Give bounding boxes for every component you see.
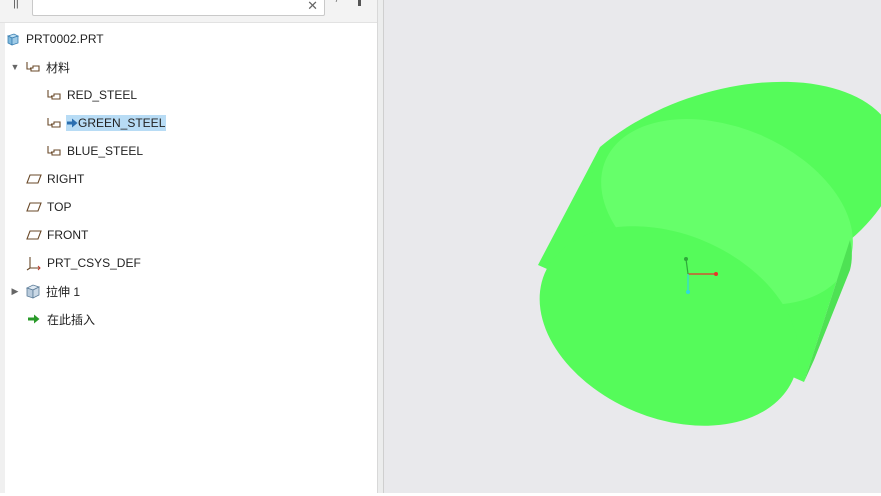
tree-item-label: FRONT — [47, 228, 89, 242]
extrude-feature-icon — [25, 283, 41, 299]
collapse-arrow-icon[interactable]: ▼ — [10, 62, 20, 72]
current-material-arrow-icon — [67, 118, 78, 128]
material-tag-icon — [46, 115, 62, 131]
tree-item-datum-right[interactable]: RIGHT — [26, 169, 85, 189]
tree-item-label: PRT_CSYS_DEF — [47, 256, 141, 270]
expand-arrow-icon[interactable]: ▶ — [10, 286, 20, 296]
material-tag-icon — [46, 87, 62, 103]
model-view — [538, 81, 881, 426]
material-tag-icon — [25, 59, 41, 75]
tree-item-label: 拉伸 1 — [46, 284, 81, 299]
grip-handle-icon[interactable]: || — [13, 0, 19, 9]
tree-item-datum-front[interactable]: FRONT — [26, 225, 89, 245]
coordinate-system-icon — [26, 255, 42, 271]
tree-item-label: 在此插入 — [47, 312, 96, 327]
clear-search-icon[interactable]: ✕ — [307, 0, 318, 14]
datum-plane-icon — [26, 199, 42, 215]
tree-item-extrude[interactable]: ▶ 拉伸 1 — [10, 281, 81, 301]
tree-item-insert-here[interactable]: 在此插入 — [26, 309, 96, 329]
tree-item-material[interactable]: BLUE_STEEL — [46, 141, 144, 161]
datum-plane-icon — [26, 171, 42, 187]
panel-splitter[interactable] — [377, 0, 384, 493]
tree-item-label: GREEN_STEEL — [78, 116, 166, 130]
tree-item-label: 材料 — [46, 60, 71, 75]
tree-item-materials[interactable]: ▼ 材料 — [10, 57, 71, 77]
tree-item-root[interactable]: PRT0002.PRT — [5, 29, 105, 49]
tree-item-csys[interactable]: PRT_CSYS_DEF — [26, 253, 142, 273]
model-tree-search-input[interactable]: ✕ — [32, 0, 325, 16]
tree-item-label: BLUE_STEEL — [67, 144, 144, 158]
tree-settings-icon[interactable]: ⁾ — [335, 0, 338, 8]
insert-arrow-icon — [26, 311, 42, 327]
graphics-viewport[interactable] — [384, 0, 881, 493]
tree-item-label: TOP — [47, 200, 72, 214]
tree-item-label: RIGHT — [47, 172, 85, 186]
panel-gutter — [0, 0, 5, 493]
tree-columns-icon[interactable] — [358, 0, 361, 6]
datum-plane-icon — [26, 227, 42, 243]
tree-item-label: RED_STEEL — [67, 88, 138, 102]
material-tag-icon — [46, 143, 62, 159]
tree-item-label-wrap: GREEN_STEEL — [66, 115, 167, 131]
tree-item-material-current[interactable]: GREEN_STEEL — [46, 113, 167, 133]
tree-item-datum-top[interactable]: TOP — [26, 197, 72, 217]
model-tree-panel: || ✕ ⁾ PRT0002.PRT ▼ 材料 RED_STEEL GREEN_… — [0, 0, 377, 493]
model-tree-toolbar: || ✕ ⁾ — [0, 0, 377, 23]
tree-item-label: PRT0002.PRT — [26, 32, 104, 46]
part-cube-icon — [5, 31, 21, 47]
tree-item-material[interactable]: RED_STEEL — [46, 85, 138, 105]
